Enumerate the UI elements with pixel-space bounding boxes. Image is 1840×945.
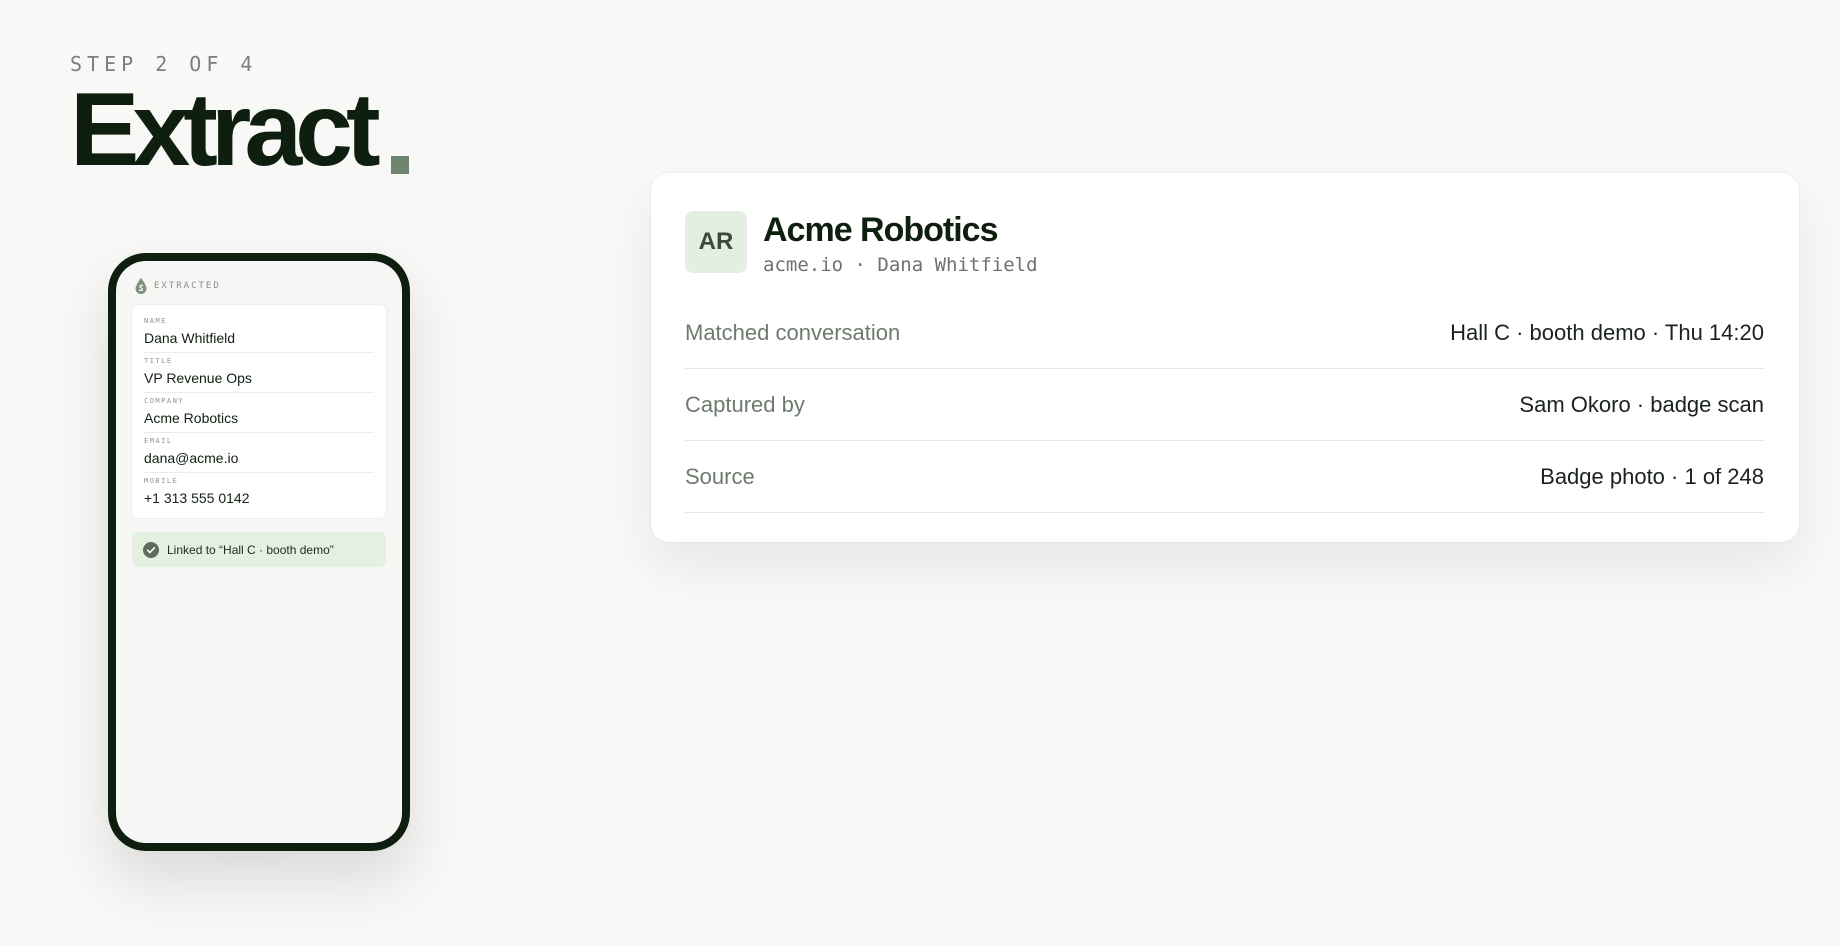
- contact-card: AR Acme Robotics acme.io · Dana Whitfiel…: [651, 173, 1799, 542]
- detail-row-captured-by: Captured by Sam Okoro · badge scan: [685, 369, 1764, 441]
- field-key: TITLE: [144, 357, 173, 365]
- linked-conversation-banner[interactable]: Linked to “Hall C · booth demo”: [132, 532, 386, 567]
- linked-text: Linked to “Hall C · booth demo”: [167, 542, 334, 557]
- title-accent-square: [391, 156, 409, 174]
- company-avatar: AR: [685, 211, 747, 273]
- company-name: Acme Robotics: [763, 211, 998, 249]
- field-value[interactable]: Acme Robotics: [144, 410, 374, 426]
- phone-screen: EXTRACTED NAME Dana Whitfield TITLE VP R…: [116, 261, 402, 843]
- row-label: Source: [685, 463, 755, 489]
- row-value: Sam Okoro · badge scan: [1519, 391, 1764, 417]
- row-value: Badge photo · 1 of 248: [1540, 463, 1764, 489]
- field-email: EMAIL dana@acme.io: [144, 433, 374, 473]
- field-title: TITLE VP Revenue Ops: [144, 353, 374, 393]
- detail-row-matched-conversation: Matched conversation Hall C · booth demo…: [685, 297, 1764, 369]
- company-subtitle: acme.io · Dana Whitfield: [763, 254, 1038, 276]
- field-value[interactable]: +1 313 555 0142: [144, 490, 374, 506]
- detail-rows: Matched conversation Hall C · booth demo…: [685, 297, 1764, 513]
- extracted-header: EXTRACTED: [134, 275, 386, 297]
- field-value[interactable]: dana@acme.io: [144, 450, 374, 466]
- check-circle-icon: [143, 541, 159, 558]
- field-key: COMPANY: [144, 397, 185, 405]
- field-key: NAME: [144, 317, 167, 325]
- row-label: Captured by: [685, 391, 805, 417]
- card-heading: Acme Robotics acme.io · Dana Whitfield: [763, 211, 1038, 276]
- extracted-label: EXTRACTED: [154, 281, 221, 291]
- page-title-wrap: Extract: [70, 72, 409, 188]
- extracted-fields: NAME Dana Whitfield TITLE VP Revenue Ops…: [132, 305, 386, 518]
- row-value: Hall C · booth demo · Thu 14:20: [1450, 319, 1764, 345]
- row-label: Matched conversation: [685, 319, 901, 345]
- field-mobile: MOBILE +1 313 555 0142: [144, 473, 374, 512]
- field-name: NAME Dana Whitfield: [144, 313, 374, 353]
- detail-row-source: Source Badge photo · 1 of 248: [685, 441, 1764, 513]
- phone-mockup: EXTRACTED NAME Dana Whitfield TITLE VP R…: [108, 253, 410, 851]
- drop-icon: [135, 278, 147, 294]
- field-value[interactable]: VP Revenue Ops: [144, 370, 374, 386]
- field-key: MOBILE: [144, 477, 179, 485]
- field-value[interactable]: Dana Whitfield: [144, 330, 374, 346]
- field-company: COMPANY Acme Robotics: [144, 393, 374, 433]
- field-key: EMAIL: [144, 437, 173, 445]
- page-title: Extract: [70, 72, 381, 188]
- card-header: AR Acme Robotics acme.io · Dana Whitfiel…: [685, 211, 1764, 291]
